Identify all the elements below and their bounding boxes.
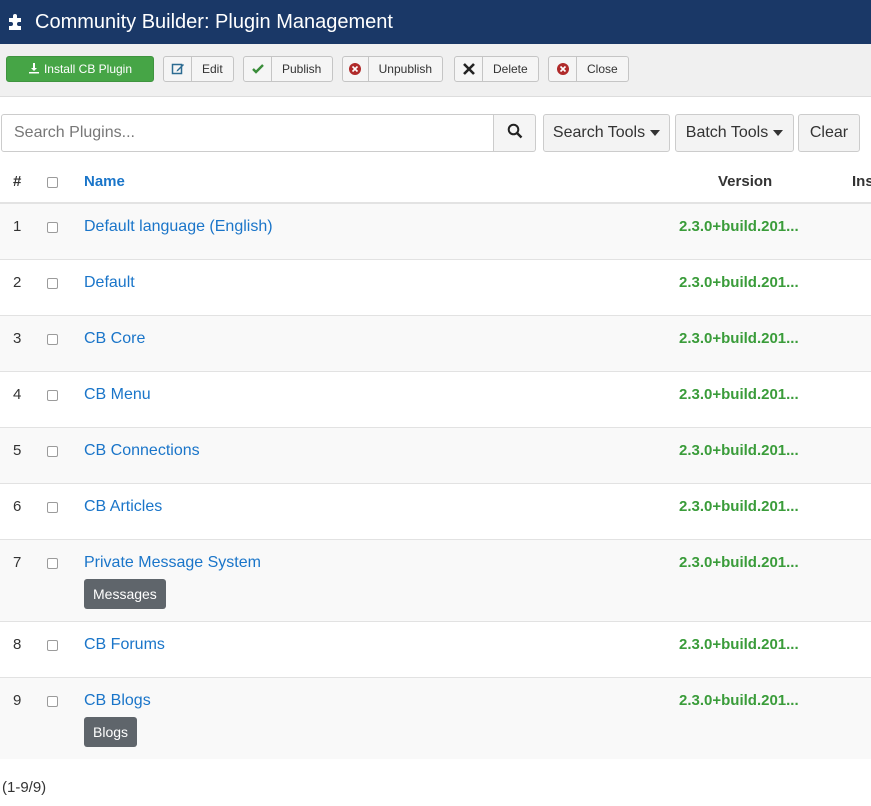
caret-down-icon xyxy=(650,130,661,136)
clear-button[interactable]: Clear xyxy=(798,114,860,152)
plugin-name-link[interactable]: Private Message System xyxy=(84,554,261,572)
row-number: 2 xyxy=(13,274,22,291)
row-checkbox[interactable] xyxy=(47,558,58,569)
table-row: 6 CB Articles 2.3.0+build.201... xyxy=(0,484,871,540)
search-input[interactable]: Search Plugins... xyxy=(1,114,494,152)
delete-label: Delete xyxy=(493,62,528,76)
close-button[interactable]: Close xyxy=(548,56,629,82)
row-checkbox[interactable] xyxy=(47,222,58,233)
close-label: Close xyxy=(587,62,618,76)
delete-icon xyxy=(455,57,483,81)
plugin-version: 2.3.0+build.201... xyxy=(679,386,799,403)
column-header-name[interactable]: Name xyxy=(84,173,125,190)
table-row: 7 Private Message System 2.3.0+build.201… xyxy=(0,540,871,622)
clear-label: Clear xyxy=(809,124,849,141)
batch-tools-label: Batch Tools xyxy=(685,124,769,141)
plugin-version: 2.3.0+build.201... xyxy=(679,554,799,571)
select-all-checkbox[interactable] xyxy=(47,177,58,188)
plugin-name-link[interactable]: Default xyxy=(84,274,135,292)
search-button[interactable] xyxy=(494,114,536,152)
plugin-version: 2.3.0+build.201... xyxy=(679,692,799,709)
check-icon xyxy=(244,57,272,81)
page-header: Community Builder: Plugin Management xyxy=(0,0,871,44)
publish-button[interactable]: Publish xyxy=(243,56,333,82)
row-checkbox[interactable] xyxy=(47,502,58,513)
menu-tag-button[interactable]: Messages xyxy=(84,579,166,609)
plugin-name-link[interactable]: CB Blogs xyxy=(84,692,151,710)
table-row: 9 CB Blogs 2.3.0+build.201... Blogs xyxy=(0,678,871,759)
plugin-version: 2.3.0+build.201... xyxy=(679,636,799,653)
delete-button[interactable]: Delete xyxy=(454,56,539,82)
row-number: 7 xyxy=(13,554,22,571)
search-icon xyxy=(507,123,523,144)
search-tools-button[interactable]: Search Tools xyxy=(543,114,670,152)
plugin-name-link[interactable]: CB Core xyxy=(84,330,145,348)
row-number: 8 xyxy=(13,636,22,653)
toolbar: Install CB Plugin Edit Publish Unpublish… xyxy=(0,44,871,97)
plugin-version: 2.3.0+build.201... xyxy=(679,442,799,459)
column-header-version[interactable]: Version xyxy=(718,173,772,190)
row-checkbox[interactable] xyxy=(47,334,58,345)
search-tools-label: Search Tools xyxy=(552,124,646,141)
row-checkbox[interactable] xyxy=(47,640,58,651)
column-header-installed[interactable]: Ins xyxy=(852,173,871,190)
page-title: Community Builder: Plugin Management xyxy=(35,10,393,33)
pagination-summary: (1-9/9) xyxy=(2,779,47,796)
row-number: 9 xyxy=(13,692,22,709)
table-row: 2 Default 2.3.0+build.201... xyxy=(0,260,871,316)
puzzle-icon xyxy=(5,12,25,32)
table-row: 5 CB Connections 2.3.0+build.201... xyxy=(0,428,871,484)
edit-icon xyxy=(164,57,192,81)
row-number: 5 xyxy=(13,442,22,459)
unpublish-button[interactable]: Unpublish xyxy=(342,56,443,82)
unpublish-icon xyxy=(343,57,369,81)
plugin-name-link[interactable]: CB Articles xyxy=(84,498,162,516)
row-number: 6 xyxy=(13,498,22,515)
search-placeholder: Search Plugins... xyxy=(14,124,135,141)
plugin-version: 2.3.0+build.201... xyxy=(679,330,799,347)
row-number: 3 xyxy=(13,330,22,347)
plugin-name-link[interactable]: Default language (English) xyxy=(84,218,273,236)
plugin-name-link[interactable]: CB Connections xyxy=(84,442,200,460)
unpublish-label: Unpublish xyxy=(378,62,432,76)
row-checkbox[interactable] xyxy=(47,446,58,457)
close-icon xyxy=(549,57,577,81)
table-row: 4 CB Menu 2.3.0+build.201... xyxy=(0,372,871,428)
batch-tools-button[interactable]: Batch Tools xyxy=(675,114,794,152)
plugin-version: 2.3.0+build.201... xyxy=(679,218,799,235)
row-number: 4 xyxy=(13,386,22,403)
row-number: 1 xyxy=(13,218,22,235)
plugin-version: 2.3.0+build.201... xyxy=(679,498,799,515)
plugin-name-link[interactable]: CB Menu xyxy=(84,386,151,404)
caret-down-icon xyxy=(773,130,784,136)
plugin-name-link[interactable]: CB Forums xyxy=(84,636,165,654)
table-row: 1 Default language (English) 2.3.0+build… xyxy=(0,204,871,260)
row-checkbox[interactable] xyxy=(47,696,58,707)
row-checkbox[interactable] xyxy=(47,390,58,401)
table-row: 8 CB Forums 2.3.0+build.201... xyxy=(0,622,871,678)
install-label: Install CB Plugin xyxy=(43,62,133,76)
edit-label: Edit xyxy=(202,62,223,76)
download-icon xyxy=(28,62,40,77)
column-header-number: # xyxy=(13,173,22,190)
table-row: 3 CB Core 2.3.0+build.201... xyxy=(0,316,871,372)
install-cb-plugin-button[interactable]: Install CB Plugin xyxy=(6,56,154,82)
plugin-version: 2.3.0+build.201... xyxy=(679,274,799,291)
edit-button[interactable]: Edit xyxy=(163,56,234,82)
row-checkbox[interactable] xyxy=(47,278,58,289)
menu-tag-button[interactable]: Blogs xyxy=(84,717,138,747)
publish-label: Publish xyxy=(282,62,322,76)
